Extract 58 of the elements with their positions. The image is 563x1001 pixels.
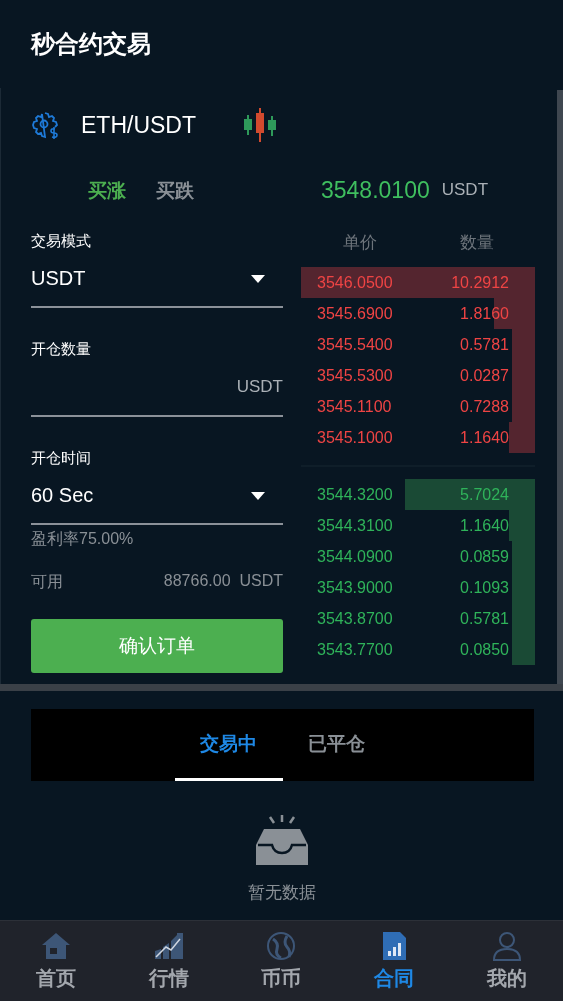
amount-cell: 0.0850 [460,640,509,659]
depth-bar [511,634,535,665]
price-cell: 3545.5400 [317,335,393,354]
page-title: 秒合约交易 [31,29,151,59]
price-cell: 3543.9000 [317,578,393,597]
mode-select[interactable]: USDT [31,251,283,308]
amount-cell: 1.1640 [460,428,509,447]
depth-bar [508,422,535,453]
empty-text: 暂无数据 [247,882,316,904]
nav-item[interactable]: 首页 [0,921,113,1001]
nav-item[interactable]: 合同 [337,921,451,1001]
price-cell: 3544.3200 [317,485,393,504]
current-price: 3548.0100 [321,176,430,204]
price-cell: 3545.1100 [317,397,392,416]
price-cell: 3545.1000 [317,428,393,447]
amount-cell: 0.1093 [460,578,509,597]
caret-icon [251,274,265,283]
field-label: 开仓时间 [31,449,92,468]
available-label: 可用 [31,572,63,592]
column-header: 数量 [458,232,495,254]
available-balance: 88766.00 USDT [163,572,283,591]
amount-cell: 1.1640 [460,516,509,535]
amount-cell: 10.2912 [451,273,509,292]
amount-cell: 5.7024 [460,485,509,504]
amount-cell: 0.0287 [460,366,509,385]
price-cell: 3543.7700 [317,640,393,659]
price-cell: 3545.5300 [317,366,393,385]
amount-cell: 0.5781 [460,609,509,628]
time-select[interactable]: 60 Sec [31,468,283,525]
column-header: 单价 [341,232,378,254]
field-label: 开仓数量 [31,340,92,359]
chart-icon [152,930,185,961]
pair-symbol: ETH/USDT [81,111,196,139]
nav-item[interactable]: 行情 [112,921,226,1001]
direction-tab[interactable]: 买跌 [156,178,194,204]
price-cell: 3543.8700 [317,609,393,628]
profit-rate: 盈利率75.00% [31,529,135,549]
nav-item[interactable]: 币币 [225,921,338,1001]
amount-cell: 0.0859 [460,547,509,566]
direction-tab[interactable]: 买涨 [88,178,126,204]
price-unit: USDT [441,180,488,200]
candlestick-icon[interactable] [242,107,278,143]
amount-cell: 0.7288 [460,397,509,416]
nav-item[interactable]: 我的 [450,921,563,1001]
order-tab[interactable]: 交易中 [174,709,283,781]
order-tab[interactable]: 已平仓 [282,709,391,781]
price-cell: 3546.0500 [317,273,393,292]
price-cell: 3544.3100 [317,516,393,535]
globe-icon [265,930,298,961]
field-label: 交易模式 [31,232,92,251]
gear-dollar-icon[interactable] [31,111,59,139]
price-cell: 3545.6900 [317,304,393,323]
amount-field[interactable]: USDT [31,359,283,417]
amount-cell: 0.5781 [460,335,509,354]
user-icon [490,930,523,961]
price-cell: 3544.0900 [317,547,393,566]
caret-icon [251,491,265,500]
amount-cell: 1.8160 [460,304,509,323]
